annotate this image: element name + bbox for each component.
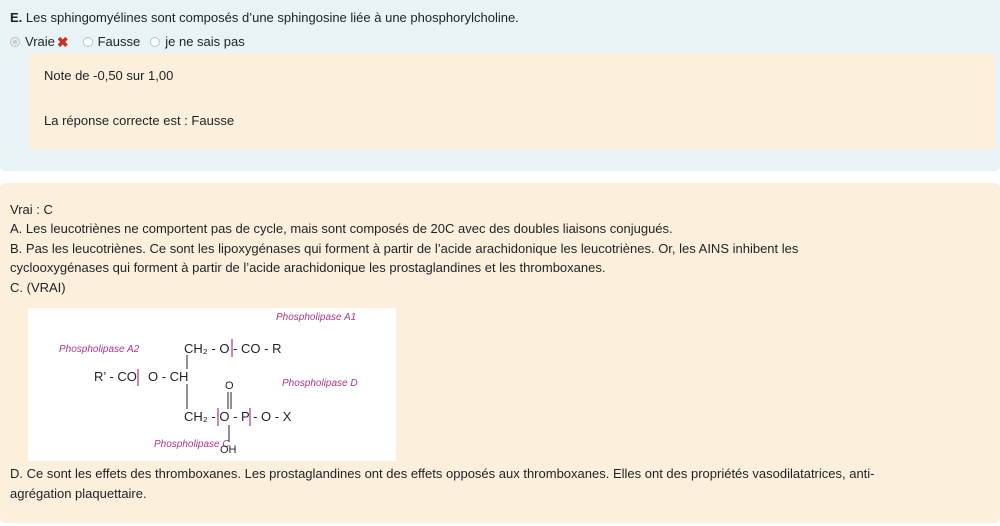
radio-ne-sais-pas[interactable] <box>150 37 161 47</box>
option-ne-sais-pas-label: je ne sais pas <box>165 34 245 49</box>
formula-oh: OH <box>220 444 237 456</box>
general-line-c: C. (VRAI) <box>10 280 66 295</box>
question-block: E. Les sphingomyélines sont composés d’u… <box>0 0 1000 171</box>
question-feedback: Note de -0,50 sur 1,00 La réponse correc… <box>29 53 995 150</box>
radio-fausse[interactable] <box>82 37 93 47</box>
general-line-b1: B. Pas les leucotriènes. Ce sont les lip… <box>10 241 799 256</box>
label-phospholipase-a1: Phospholipase A1 <box>276 312 356 323</box>
formula-row-1: CH₂ - O - CO - R <box>184 341 281 356</box>
option-vraie-label: Vraie <box>25 34 55 49</box>
radio-vraie[interactable] <box>10 37 20 47</box>
option-fausse-label: Fausse <box>97 34 141 49</box>
formula-row-3: CH₂ - O - P - O - X <box>184 409 292 424</box>
incorrect-icon: ✖ <box>56 34 69 50</box>
general-line-d1: D. Ce sont les effets des thromboxanes. … <box>10 466 875 481</box>
grade-text: Note de -0,50 sur 1,00 <box>44 68 174 83</box>
formula-row-2-left: R’ - CO <box>94 369 137 384</box>
formula-oxygen: O <box>225 380 234 392</box>
option-ne-sais-pas[interactable]: je ne sais pas <box>150 33 245 51</box>
general-feedback: Vrai : C A. Les leucotriènes ne comporte… <box>0 183 1000 523</box>
option-vraie[interactable]: Vraie ✖ <box>10 33 73 51</box>
label-phospholipase-d: Phospholipase D <box>282 378 358 389</box>
general-line-verdict: Vrai : C <box>10 202 53 217</box>
formula-row-2-right: O - CH <box>148 369 188 384</box>
general-line-a: A. Les leucotriènes ne comportent pas de… <box>10 221 673 236</box>
question-statement: Les sphingomyélines sont composés d’une … <box>25 10 519 25</box>
question-letter: E. <box>10 10 23 25</box>
general-line-d2: agrégation plaquettaire. <box>10 486 147 501</box>
general-line-b2: cyclooxygénases qui forment à partir de … <box>10 260 606 275</box>
correct-answer-text: La réponse correcte est : Fausse <box>44 113 235 128</box>
label-phospholipase-a2: Phospholipase A2 <box>59 344 140 355</box>
phospholipase-diagram: Phospholipase A1 Phospholipase A2 Phosph… <box>28 308 396 461</box>
option-fausse[interactable]: Fausse <box>82 33 141 51</box>
question-text: E. Les sphingomyélines sont composés d’u… <box>10 9 519 27</box>
answer-options: Vraie ✖ Fausse je ne sais pas <box>10 33 255 51</box>
label-phospholipase-c: Phospholipase C <box>154 439 230 450</box>
